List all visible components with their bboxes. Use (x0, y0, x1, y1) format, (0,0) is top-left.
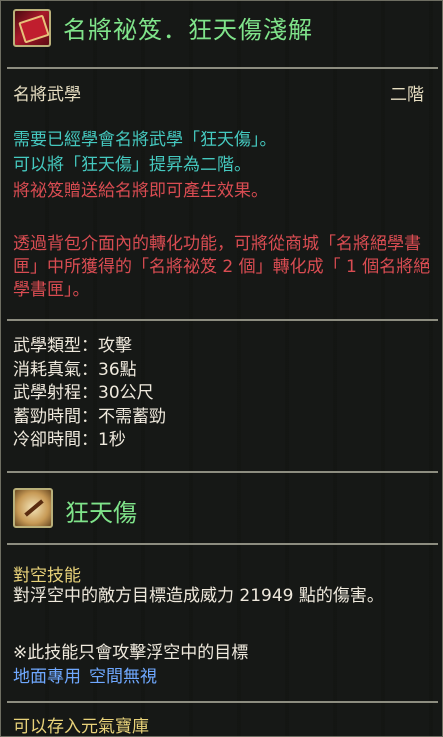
item-category: 名將武學 (13, 85, 81, 105)
upgrade-text: 可以將「狂天傷」提昇為二階。 (13, 155, 251, 175)
item-tooltip: 名將祕笈．狂天傷淺解 名將武學 二階 需要已經學會名將武學「狂天傷」。 可以將「… (0, 0, 443, 737)
gift-note: 將祕笈贈送給名將即可產生效果。 (13, 181, 268, 201)
skill-slash-icon (13, 488, 53, 528)
skill-effect: 對浮空中的敵方目標造成威力 21949 點的傷害。 (13, 586, 384, 606)
divider (7, 701, 438, 703)
divider (7, 319, 438, 321)
tag-ground-only: 地面專用 (13, 667, 81, 687)
stat-label: 消耗真氣： (13, 359, 98, 380)
skill-tags: 地面專用 空間無視 (13, 662, 165, 687)
stat-row: 消耗真氣：36點 (13, 359, 166, 383)
stat-row: 武學射程：30公尺 (13, 382, 166, 406)
stat-value: 36點 (98, 359, 137, 380)
convert-note: 透過背包介面內的轉化功能，可將從商城「名將絕學書匣」中所獲得的「名將祕笈 2 個… (13, 234, 431, 300)
tag-ignore-space: 空間無視 (89, 667, 157, 687)
divider (7, 471, 438, 473)
stat-value: 1秒 (98, 430, 126, 450)
stat-row: 冷卻時間：1秒 (13, 429, 166, 453)
stat-label: 武學射程： (13, 383, 98, 403)
red-book-icon (13, 9, 51, 47)
stat-value: 30公尺 (98, 383, 154, 403)
stat-value: 攻擊 (98, 336, 132, 356)
storage-note: 可以存入元氣寶庫 (13, 717, 149, 737)
stat-label: 武學類型： (13, 336, 98, 356)
divider (7, 67, 438, 69)
tooltip-header: 名將祕笈．狂天傷淺解 (1, 1, 442, 53)
stat-row: 蓄勁時間：不需蓄勁 (13, 406, 166, 430)
skill-name: 狂天傷 (65, 499, 137, 527)
stat-row: 武學類型：攻擊 (13, 335, 166, 359)
skill-type: 對空技能 (13, 566, 81, 586)
item-grade: 二階 (390, 85, 424, 105)
requirement-text: 需要已經學會名將武學「狂天傷」。 (13, 130, 277, 150)
item-title: 名將祕笈．狂天傷淺解 (63, 16, 313, 44)
skill-stats: 武學類型：攻擊 消耗真氣：36點 武學射程：30公尺 蓄勁時間：不需蓄勁 冷卻時… (13, 335, 166, 453)
stat-value: 不需蓄勁 (98, 406, 166, 427)
stat-label: 冷卻時間： (13, 430, 98, 450)
divider (7, 543, 438, 545)
skill-note: ※此技能只會攻擊浮空中的目標 (13, 643, 249, 663)
stat-label: 蓄勁時間： (13, 406, 98, 427)
